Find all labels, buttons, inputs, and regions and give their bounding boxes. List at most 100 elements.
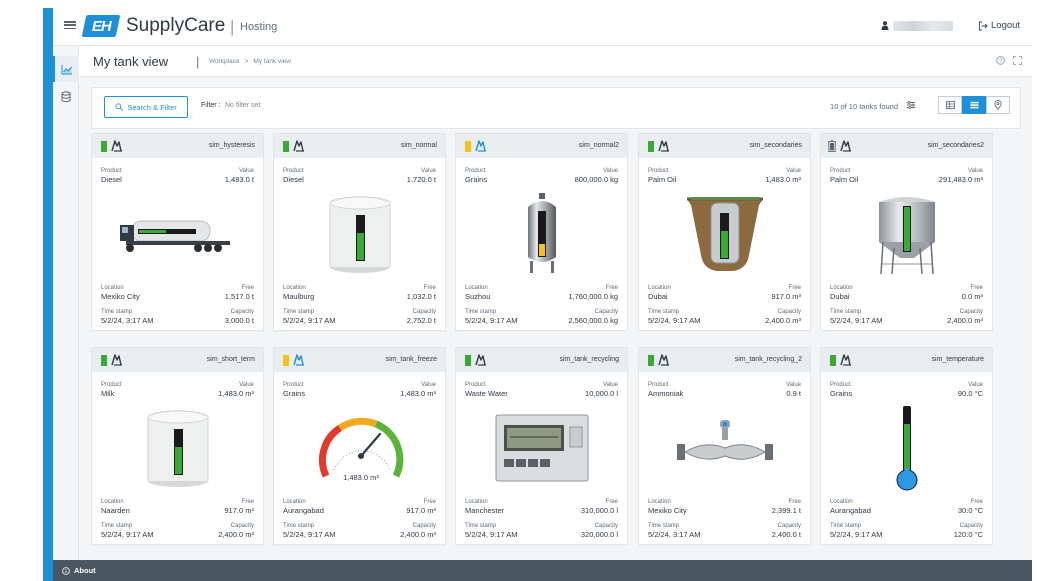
location-field: Location Dubai: [830, 285, 853, 301]
battery-full-icon: [828, 140, 836, 152]
value-field: Value 10,000.0 l: [585, 382, 618, 398]
view-switcher: [938, 96, 1010, 114]
timestamp-field: Time stamp 5/2/24, 9:17 AM: [648, 309, 701, 325]
level-device-icon: [293, 140, 304, 152]
tank-name: sim_tank_recycling: [559, 356, 619, 363]
top-bar: EH SupplyCare | Hosting Logout: [53, 8, 1032, 46]
flowmeter-illustration: [676, 420, 773, 460]
tank-visual: [456, 188, 627, 280]
column-settings-icon[interactable]: [906, 100, 916, 110]
timestamp-field: Time stamp 5/2/24, 9:17 AM: [283, 523, 336, 539]
timestamp-field: Time stamp 5/2/24, 9:17 AM: [465, 523, 518, 539]
search-filter-button[interactable]: Search & Filter: [104, 96, 188, 118]
tank-card[interactable]: sim_normal2 Product Grains Value 800,000.0 k…: [455, 133, 628, 331]
user-icon[interactable]: [881, 21, 889, 30]
app-name: SupplyCare: [126, 15, 226, 36]
tank-card[interactable]: sim_normal Product Diesel Value 1,720.0 t Loc…: [273, 133, 446, 331]
product-field: Product Grains: [830, 382, 853, 398]
location-field: Location Maulburg: [283, 285, 315, 301]
tank-card-header: sim_short_term: [92, 348, 263, 372]
capacity-field: Capacity 320,000.0 l: [580, 523, 618, 539]
level-device-icon: [658, 140, 669, 152]
tank-card-header: sim_secondaries: [639, 134, 810, 158]
level-device-icon: [475, 354, 486, 366]
product-field: Product Milk: [101, 382, 122, 398]
level-device-icon: [475, 140, 486, 152]
value-field: Value 291,483.0 m³: [938, 168, 983, 184]
free-field: Free 30.0 °C: [957, 499, 983, 515]
breadcrumb-separator: >: [244, 58, 249, 65]
user-name-redacted: [893, 21, 953, 31]
logout-icon: [979, 21, 988, 30]
menu-icon[interactable]: [64, 19, 76, 31]
timestamp-field: Time stamp 5/2/24, 9:17 AM: [830, 523, 883, 539]
map-view-button[interactable]: [986, 96, 1010, 114]
controller-device-illustration: [495, 414, 588, 482]
level-device-icon: [840, 354, 851, 366]
timestamp-field: Time stamp 5/2/24, 3:17 AM: [648, 523, 701, 539]
card-view-button[interactable]: [962, 96, 986, 114]
tank-card[interactable]: sim_secondaries Product Palm Oil Value 1,483…: [638, 133, 811, 331]
about-link[interactable]: About: [74, 566, 96, 575]
tank-card-header: sim_temperature: [821, 348, 992, 372]
filter-value: No filter set: [225, 102, 261, 109]
tank-visual: 1,483.0 m³: [274, 402, 445, 494]
brand-logo[interactable]: EH: [81, 15, 121, 37]
tank-visual: [456, 402, 627, 494]
map-pin-icon: [994, 100, 1002, 110]
tank-card[interactable]: sim_secondaries2 Product Palm Oil Value 291,…: [820, 133, 993, 331]
tank-visual: [92, 402, 263, 494]
status-ok-indicator: [830, 355, 836, 366]
tanker-truck-illustration: [119, 220, 230, 252]
tank-visual: [821, 188, 992, 280]
tank-card[interactable]: sim_temperature Product Grains Value 90.0 °C…: [820, 347, 993, 545]
tank-visual: [821, 402, 992, 494]
capacity-field: Capacity 2,560,000.0 kg: [568, 309, 618, 325]
app-subtitle: Hosting: [240, 21, 278, 33]
filter-bar: Search & Filter Filter : No filter set 1…: [91, 87, 1021, 129]
capacity-field: Capacity 120.0 °C: [953, 523, 983, 539]
product-field: Product Waste Water: [465, 382, 508, 398]
footer-bar: About: [53, 560, 1032, 581]
value-field: Value 1,483.0 t: [224, 168, 254, 184]
tank-card[interactable]: sim_hysteresis Product Diesel Value 1,483.0 …: [91, 133, 264, 331]
timestamp-field: Time stamp 5/2/24, 3:17 AM: [101, 309, 154, 325]
nav-item-dashboard[interactable]: [53, 56, 79, 82]
tank-visual: [639, 402, 810, 494]
tank-card[interactable]: sim_tank_recycling_2 Product Ammoniak Value…: [638, 347, 811, 545]
tank-card[interactable]: sim_tank_recycling Product Waste Water Valu…: [455, 347, 628, 545]
status-ok-indicator: [648, 141, 654, 152]
logout-button[interactable]: Logout: [978, 20, 1020, 31]
free-field: Free 0.0 m³: [961, 285, 983, 301]
product-field: Product Diesel: [101, 168, 122, 184]
free-field: Free 2,399.1 t: [771, 499, 801, 515]
round-silo-illustration: [329, 196, 390, 273]
search-icon: [115, 103, 124, 111]
tank-card[interactable]: sim_short_term Product Milk Value 1,483.0 m³…: [91, 347, 264, 545]
logout-label: Logout: [991, 20, 1021, 31]
search-filter-label: Search & Filter: [127, 102, 177, 112]
nav-item-database[interactable]: [53, 84, 79, 110]
tank-name: sim_normal2: [578, 142, 619, 149]
thermometer-illustration: [896, 406, 917, 491]
level-device-icon: [111, 140, 122, 152]
product-field: Product Palm Oil: [830, 168, 859, 184]
tank-name: sim_normal: [400, 142, 437, 149]
table-view-button[interactable]: [938, 96, 962, 114]
round-silo-illustration: [147, 410, 208, 487]
page-header: My tank view | Workplace > My tank view …: [79, 46, 1032, 77]
filter-label: Filter :: [201, 102, 221, 109]
tank-card-header: sim_normal: [274, 134, 445, 158]
database-icon: [61, 91, 71, 103]
page-title: My tank view: [93, 54, 169, 69]
title-separator: |: [196, 54, 200, 69]
fullscreen-icon[interactable]: [1013, 56, 1022, 65]
capacity-field: Capacity 2,752.0 t: [406, 309, 436, 325]
tank-card-header: sim_hysteresis: [92, 134, 263, 158]
breadcrumb-workplace[interactable]: Workplace: [209, 58, 240, 65]
product-field: Product Diesel: [283, 168, 304, 184]
help-icon[interactable]: ?: [996, 56, 1005, 65]
status-ok-indicator: [101, 141, 107, 152]
tank-card[interactable]: sim_tank_freeze Product Grains Value 1,483.0…: [273, 347, 446, 545]
accent-bar: [43, 8, 53, 581]
